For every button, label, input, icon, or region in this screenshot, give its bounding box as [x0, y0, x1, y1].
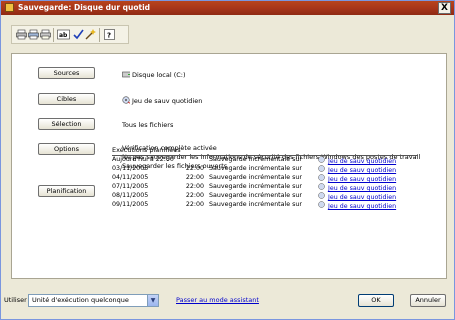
backup-job-window: Sauvegarde: Disque dur quotid X ab ? Sou…: [0, 0, 455, 320]
selection-button[interactable]: Sélection: [38, 118, 95, 130]
cibles-button[interactable]: Cibles: [38, 93, 95, 105]
backup-set-link[interactable]: Jeu de sauv quotidien: [318, 165, 396, 174]
options-button[interactable]: Options: [38, 143, 95, 155]
backup-set-link[interactable]: Jeu de sauv quotidien: [318, 183, 396, 192]
wizard-icon[interactable]: [85, 29, 96, 40]
chevron-down-icon[interactable]: ▼: [147, 295, 158, 306]
printer-icon[interactable]: [16, 29, 27, 40]
backup-set-icon: [318, 174, 325, 181]
cibles-value: Jeu de sauv quotidien: [122, 96, 202, 105]
list-item: Aujourd'hui à 22:00 Sauvegarde incrémenta…: [112, 156, 397, 165]
print-setup-icon[interactable]: [40, 29, 51, 40]
backup-set-link[interactable]: Jeu de sauv quotidien: [318, 192, 396, 201]
backup-set-icon: [318, 156, 325, 163]
sources-value: Disque local (C:): [122, 70, 186, 79]
backup-set-icon: [122, 96, 130, 104]
footer-bar: Utiliser Unité d'exécution quelconque ▼ …: [1, 288, 455, 320]
sources-button[interactable]: Sources: [38, 67, 95, 79]
cancel-button[interactable]: Annuler: [410, 294, 446, 307]
app-icon: [5, 3, 14, 12]
list-item: 07/11/2005 22:00 Sauvegarde incrémentale s…: [112, 183, 397, 192]
window-title: Sauvegarde: Disque dur quotid: [18, 3, 151, 12]
backup-set-icon: [318, 201, 325, 208]
assistant-mode-link[interactable]: Passer au mode assistant: [176, 296, 259, 304]
toolbar-separator: [99, 28, 100, 42]
svg-text:?: ?: [107, 32, 111, 40]
list-item: 04/11/2005 22:00 Sauvegarde incrémentale s…: [112, 174, 397, 183]
planification-button[interactable]: Planification: [38, 185, 95, 197]
print-preview-icon[interactable]: [28, 29, 39, 40]
list-item: 03/11/2005 22:00 Sauvegarde incrémentale s…: [112, 165, 397, 174]
backup-set-icon: [318, 192, 325, 199]
toolbar: ab ?: [11, 25, 129, 44]
selection-value: Tous les fichiers: [122, 121, 174, 129]
hard-drive-icon: [122, 71, 130, 78]
svg-text:ab: ab: [59, 32, 68, 39]
check-icon[interactable]: [73, 29, 84, 40]
backup-set-icon: [318, 183, 325, 190]
backup-set-icon: [318, 165, 325, 172]
toolbar-separator: [53, 28, 54, 42]
use-label: Utiliser: [4, 296, 27, 304]
ok-button[interactable]: OK: [358, 294, 394, 307]
backup-set-link[interactable]: Jeu de sauv quotidien: [318, 156, 396, 165]
scheduled-executions-header: Exécutions planifiées: [112, 146, 181, 154]
backup-set-link[interactable]: Jeu de sauv quotidien: [318, 201, 396, 210]
backup-set-link[interactable]: Jeu de sauv quotidien: [318, 174, 396, 183]
help-icon[interactable]: ?: [104, 29, 115, 40]
execution-unit-select[interactable]: Unité d'exécution quelconque ▼: [28, 294, 159, 307]
title-bar[interactable]: Sauvegarde: Disque dur quotid X: [1, 1, 454, 15]
close-button[interactable]: X: [438, 2, 451, 14]
list-item: 09/11/2005 22:00 Sauvegarde incrémentale s…: [112, 201, 397, 210]
rename-icon[interactable]: ab: [57, 29, 70, 40]
list-item: 08/11/2005 22:00 Sauvegarde incrémentale s…: [112, 192, 397, 201]
